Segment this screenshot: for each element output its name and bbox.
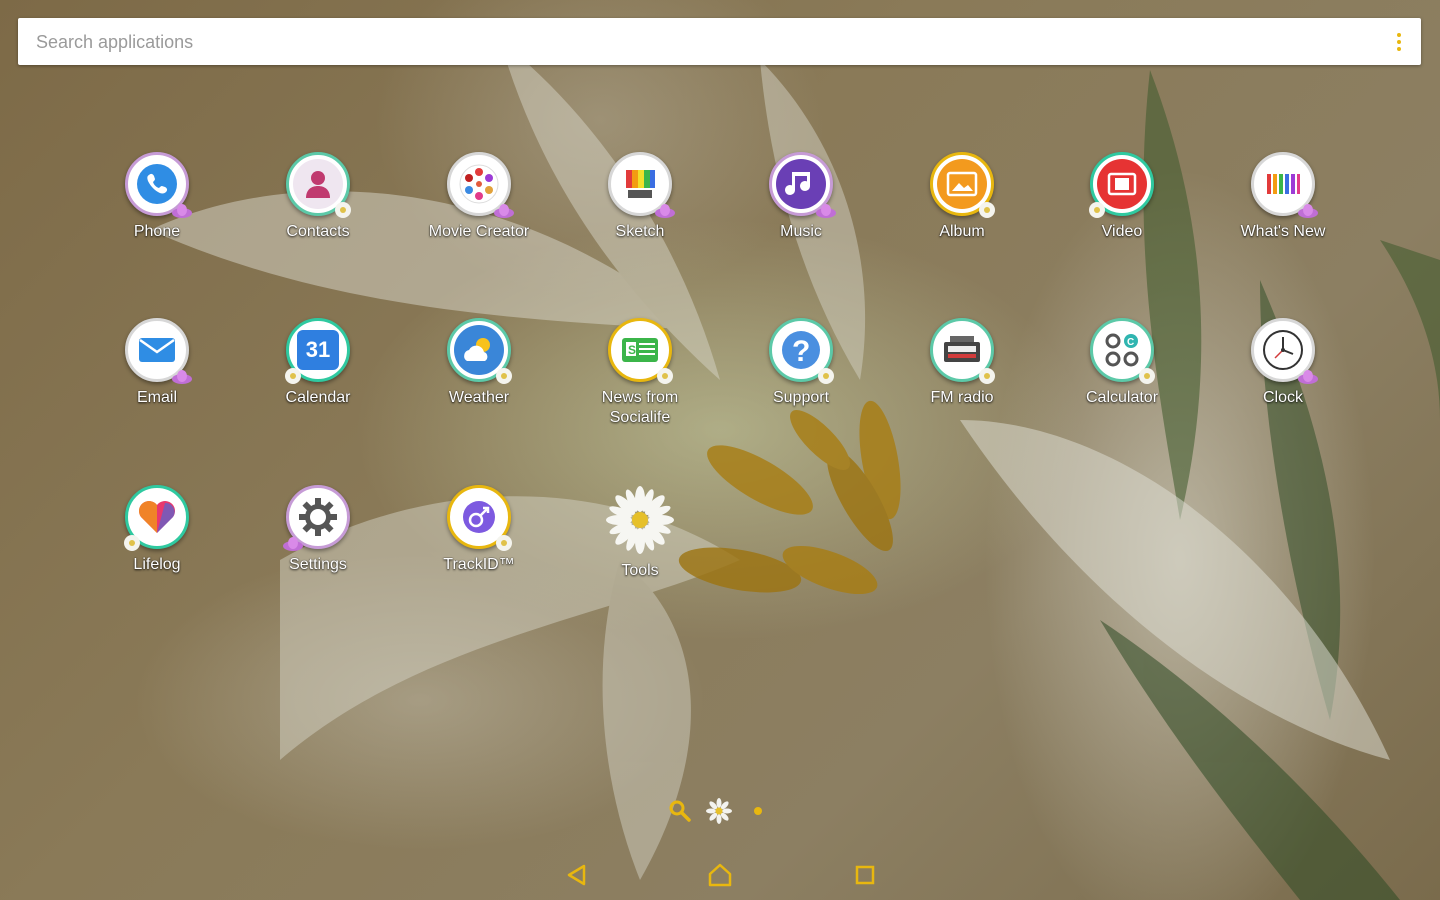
app-clock[interactable]: Clock bbox=[1203, 318, 1363, 448]
app-label: FM radio bbox=[930, 389, 994, 406]
menu-dot bbox=[1397, 33, 1401, 37]
app-email[interactable]: Email bbox=[77, 318, 237, 448]
app-label: What's New bbox=[1240, 223, 1326, 240]
app-support[interactable]: ? Support bbox=[721, 318, 881, 448]
lifelog-icon bbox=[124, 485, 189, 551]
sketch-icon bbox=[608, 152, 675, 218]
app-label: TrackID™ bbox=[443, 556, 515, 573]
app-label: Weather bbox=[448, 389, 510, 406]
app-label: Calculator bbox=[1085, 389, 1159, 406]
app-label: Calendar bbox=[285, 389, 351, 406]
app-trackid[interactable]: TrackID™ bbox=[399, 485, 559, 615]
app-label: Clock bbox=[1262, 389, 1303, 406]
app-calculator[interactable]: C Calculator bbox=[1042, 318, 1202, 448]
svg-text:S: S bbox=[628, 343, 636, 357]
email-icon bbox=[125, 318, 192, 384]
app-label: Lifelog bbox=[133, 556, 181, 573]
app-label: Settings bbox=[289, 556, 347, 573]
calendar-day: 31 bbox=[305, 337, 331, 362]
folder-tools[interactable]: Tools bbox=[560, 485, 720, 615]
app-video[interactable]: Video bbox=[1042, 152, 1202, 282]
contacts-icon bbox=[286, 152, 351, 218]
recents-icon[interactable] bbox=[850, 860, 880, 890]
app-sketch[interactable]: Sketch bbox=[560, 152, 720, 282]
overflow-menu-icon[interactable] bbox=[1391, 30, 1407, 54]
phone-icon bbox=[125, 152, 192, 218]
navigation-bar bbox=[0, 850, 1440, 900]
search-bar bbox=[18, 18, 1421, 65]
app-label: Video bbox=[1101, 223, 1143, 240]
news-icon: S bbox=[608, 318, 673, 384]
app-phone[interactable]: Phone bbox=[77, 152, 237, 282]
menu-dot bbox=[1397, 47, 1401, 51]
app-lifelog[interactable]: Lifelog bbox=[77, 485, 237, 615]
support-icon: ? bbox=[769, 318, 834, 384]
whats-new-icon bbox=[1251, 152, 1318, 218]
search-input[interactable] bbox=[34, 26, 1358, 58]
page-dot-icon[interactable] bbox=[753, 806, 763, 816]
album-icon bbox=[930, 152, 995, 218]
app-label: Contacts bbox=[286, 223, 350, 240]
radio-icon bbox=[930, 318, 995, 384]
daisy-folder-icon bbox=[605, 485, 675, 555]
app-label: Music bbox=[780, 223, 822, 240]
clock-icon bbox=[1251, 318, 1318, 384]
app-label: Album bbox=[939, 223, 985, 240]
app-label: Phone bbox=[133, 223, 181, 240]
app-fm-radio[interactable]: FM radio bbox=[882, 318, 1042, 448]
app-label: News from Socialife bbox=[601, 389, 679, 426]
trackid-icon bbox=[447, 485, 512, 551]
app-label: Tools bbox=[621, 562, 659, 579]
daisy-home-icon[interactable] bbox=[706, 798, 732, 824]
app-label: Email bbox=[136, 389, 177, 406]
app-settings[interactable]: Settings bbox=[238, 485, 398, 615]
app-calendar[interactable]: 31 Calendar bbox=[238, 318, 398, 448]
app-news-from-socialife[interactable]: S News from Socialife bbox=[560, 318, 720, 448]
settings-icon bbox=[283, 485, 350, 551]
video-icon bbox=[1089, 152, 1154, 218]
back-icon[interactable] bbox=[562, 860, 592, 890]
app-contacts[interactable]: Contacts bbox=[238, 152, 398, 282]
app-music[interactable]: Music bbox=[721, 152, 881, 282]
page-indicator bbox=[660, 795, 780, 827]
home-icon[interactable] bbox=[705, 860, 735, 890]
app-label: Sketch bbox=[615, 223, 665, 240]
search-icon[interactable] bbox=[668, 799, 692, 823]
app-album[interactable]: Album bbox=[882, 152, 1042, 282]
calendar-icon: 31 bbox=[285, 318, 350, 384]
wallpaper bbox=[150, 40, 1440, 900]
weather-icon bbox=[447, 318, 512, 384]
calculator-icon: C bbox=[1090, 318, 1155, 384]
music-icon bbox=[769, 152, 836, 218]
app-movie-creator[interactable]: Movie Creator bbox=[399, 152, 559, 282]
svg-text:?: ? bbox=[792, 335, 810, 368]
svg-text:C: C bbox=[1127, 337, 1134, 348]
app-label: Support bbox=[772, 389, 830, 406]
movie-creator-icon bbox=[447, 152, 514, 218]
app-whats-new[interactable]: What's New bbox=[1203, 152, 1363, 282]
app-label: Movie Creator bbox=[428, 223, 530, 240]
menu-dot bbox=[1397, 40, 1401, 44]
app-weather[interactable]: Weather bbox=[399, 318, 559, 448]
